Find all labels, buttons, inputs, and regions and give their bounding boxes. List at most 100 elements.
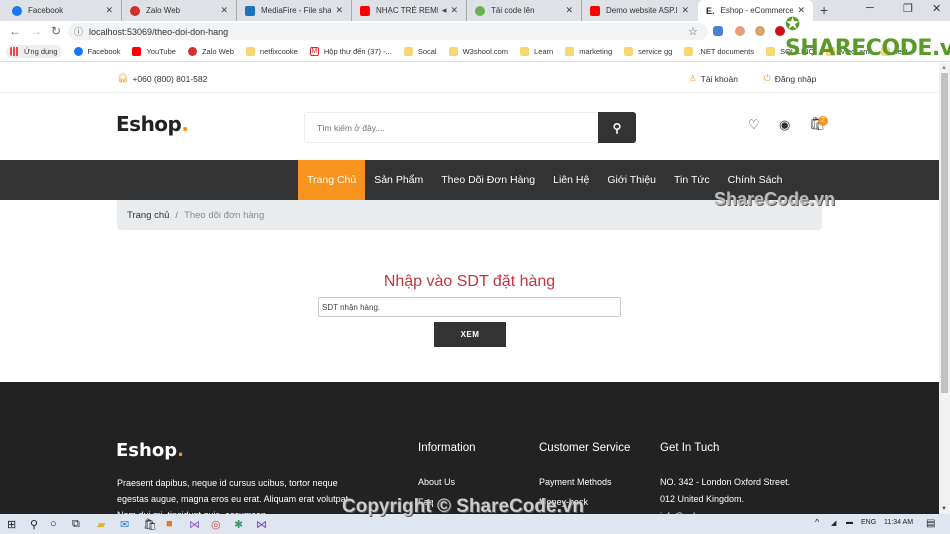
file-explorer-icon[interactable]: ▰ <box>97 518 105 531</box>
close-tab-icon[interactable]: ✕ <box>335 5 343 16</box>
bookmark-socal[interactable]: Socal <box>403 47 437 56</box>
task-view-icon[interactable]: ⧉ <box>72 518 80 531</box>
forward-button[interactable]: → <box>30 24 42 38</box>
scroll-down-arrow-icon[interactable]: ▼ <box>941 506 947 512</box>
bookmark-gmail[interactable]: M Hộp thư đến (37) -... <box>309 47 392 56</box>
bookmark-marketing[interactable]: marketing <box>565 47 612 56</box>
bookmark-youtube[interactable]: YouTube <box>132 47 176 56</box>
chrome-icon[interactable]: ◎ <box>211 518 221 531</box>
scrollbar-thumb[interactable] <box>941 73 948 393</box>
web-page: 🎧︎ +060 (800) 801-582 ♙ Tài khoản ⏻ Đăng… <box>0 63 939 514</box>
bookmark-star-icon[interactable]: ☆ <box>688 25 698 38</box>
footer-column-title: Information <box>418 442 476 454</box>
site-footer: Eshop. Praesent dapibus, neque id cursus… <box>0 382 939 514</box>
nav-gioi-thieu[interactable]: Giới Thiệu <box>598 160 665 200</box>
folder-icon <box>684 47 694 56</box>
footer-address-line: NO. 342 - London Oxford Street. <box>660 477 791 487</box>
mute-icon[interactable]: ◂ <box>442 5 447 16</box>
bookmark-label: YouTube <box>146 47 176 56</box>
cart-count-badge: 2 <box>818 116 828 126</box>
back-button[interactable]: ← <box>9 24 21 38</box>
eshop-icon: E. <box>706 5 715 16</box>
bookmark-label: W3shool.com <box>462 47 509 56</box>
tray-chevron-icon[interactable]: ^ <box>815 517 819 527</box>
bookmark-netfixcooke[interactable]: netfixcooke <box>245 47 298 56</box>
bookmark-service-gg[interactable]: service gg <box>624 47 672 56</box>
tab-demo-website[interactable]: Demo website ASP.NE ✕ <box>582 0 697 21</box>
bookmark-w3shool[interactable]: W3shool.com <box>448 47 509 56</box>
mail-icon[interactable]: ✉ <box>120 518 129 531</box>
url-bar[interactable]: ⓘ localhost:53069/theo-doi-don-hang <box>68 23 708 40</box>
close-tab-icon[interactable]: ✕ <box>681 5 689 16</box>
nav-tin-tuc[interactable]: Tin Tức <box>665 160 719 200</box>
nav-theo-doi-don-hang[interactable]: Theo Dõi Đơn Hàng <box>432 160 544 200</box>
bookmark-label: marketing <box>579 47 613 56</box>
folder-icon <box>624 47 634 56</box>
search-bar: ⚲ <box>304 112 636 143</box>
tab-label: Demo website ASP.NE <box>606 6 677 15</box>
info-icon[interactable]: ⓘ <box>74 25 83 38</box>
bookmark-apps[interactable]: Ứng dụng <box>6 45 62 58</box>
store-icon[interactable]: 🛍︎ <box>143 518 157 531</box>
bookmark-learn[interactable]: Learn <box>520 47 553 56</box>
account-link[interactable]: ♙ Tài khoản <box>689 73 738 84</box>
scroll-up-arrow-icon[interactable]: ▲ <box>941 65 947 71</box>
page-scrollbar[interactable]: ▲ ▼ <box>939 63 950 514</box>
extension-icon[interactable] <box>735 26 745 36</box>
tab-label: Facebook <box>28 6 64 15</box>
phone-number-input[interactable] <box>318 297 621 317</box>
site-logo[interactable]: Eshop. <box>116 112 189 136</box>
close-tab-icon[interactable]: ✕ <box>450 5 458 16</box>
gmail-icon: M <box>309 47 319 56</box>
language-indicator[interactable]: ENG <box>861 519 876 526</box>
view-order-button[interactable]: XEM <box>434 322 506 347</box>
reload-button[interactable]: ↻ <box>51 24 61 38</box>
nav-lien-he[interactable]: Liên Hệ <box>544 160 598 200</box>
tab-zalo[interactable]: Zalo Web ✕ <box>122 0 237 21</box>
wishlist-heart-icon[interactable]: ♡ <box>748 117 760 133</box>
action-center-icon[interactable]: ▤ <box>926 518 935 529</box>
visual-studio-icon[interactable]: ⋈ <box>189 518 200 531</box>
youtube-icon <box>590 5 600 16</box>
sharecode-watermark-logo: ✪ SHARECODE.vn <box>785 11 950 61</box>
bookmark-facebook[interactable]: Facebook <box>73 47 120 56</box>
search-icon[interactable]: ⚲ <box>30 518 38 531</box>
windows-start-icon[interactable]: ⊞ <box>7 518 16 531</box>
bookmark-label: .NET documents <box>698 47 755 56</box>
user-profile-icon[interactable]: ◉ <box>779 117 790 133</box>
tab-nhac-tre-remix[interactable]: NHẠC TRẺ REMIX ◂ ✕ <box>352 0 467 21</box>
tab-tai-code-len[interactable]: Tải code lên ✕ <box>467 0 582 21</box>
search-input[interactable] <box>305 113 598 142</box>
tab-mediafire[interactable]: MediaFire - File sharing ✕ <box>237 0 352 21</box>
close-tab-icon[interactable]: ✕ <box>565 5 573 16</box>
bookmark-net-documents[interactable]: .NET documents <box>684 47 754 56</box>
translate-extension-icon[interactable] <box>713 26 723 36</box>
app-icon[interactable]: ✱ <box>234 518 243 531</box>
youtube-icon <box>132 47 142 56</box>
footer-logo-dot: . <box>177 440 184 461</box>
footer-link-payment-methods[interactable]: Payment Methods <box>539 474 630 491</box>
search-button[interactable]: ⚲ <box>598 112 636 143</box>
cortana-icon[interactable]: ○ <box>50 518 57 530</box>
bookmark-label: Ứng dụng <box>24 47 58 56</box>
order-lookup-heading: Nhập vào SDT đặt hàng <box>383 273 556 290</box>
nav-san-pham[interactable]: Sản Phẩm <box>365 160 432 200</box>
footer-link-about-us[interactable]: About Us <box>418 474 476 491</box>
clock[interactable]: 11:34 AM <box>884 519 913 526</box>
tab-label: NHẠC TRẺ REMIX <box>376 6 438 15</box>
tab-label: Tải code lên <box>491 6 535 15</box>
extension-icon[interactable] <box>755 26 765 36</box>
breadcrumb-home-link[interactable]: Trang chủ <box>127 210 169 221</box>
close-tab-icon[interactable]: ✕ <box>220 5 228 16</box>
bookmark-zalo[interactable]: Zalo Web <box>187 47 234 56</box>
login-link[interactable]: ⏻ Đăng nhập <box>763 73 816 84</box>
sublime-text-icon[interactable]: ■ <box>166 518 173 530</box>
battery-icon[interactable]: ▬ <box>846 519 853 526</box>
wifi-icon[interactable]: ◢ <box>831 519 836 527</box>
bookmark-label: Learn <box>534 47 554 56</box>
visual-studio-code-icon[interactable]: ⋈ <box>256 518 267 531</box>
close-tab-icon[interactable]: ✕ <box>105 5 113 16</box>
opera-extension-icon[interactable] <box>775 26 785 36</box>
tab-facebook[interactable]: Facebook ✕ <box>4 0 122 21</box>
nav-trang-chu[interactable]: Trang Chủ <box>298 160 366 200</box>
